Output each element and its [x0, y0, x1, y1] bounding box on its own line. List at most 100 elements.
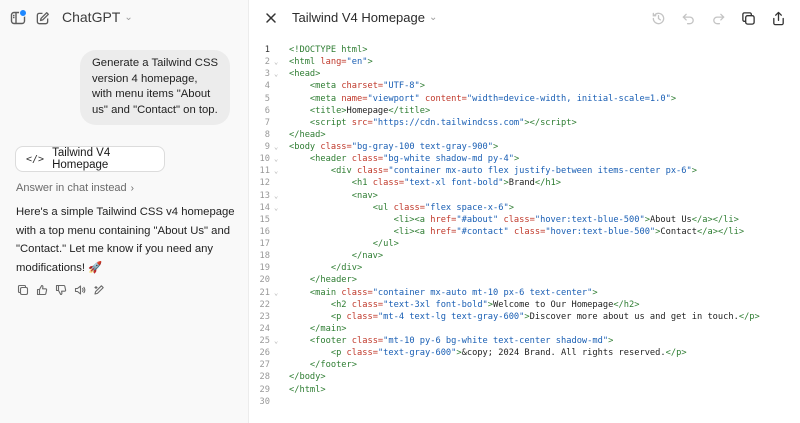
read-aloud-button[interactable] — [73, 283, 86, 296]
code-line[interactable]: 28 </body> — [249, 371, 800, 383]
undo-button[interactable] — [678, 8, 698, 28]
code-line[interactable]: 16 <li><a href="#contact" class="hover:t… — [249, 226, 800, 238]
code-line[interactable]: 29 </html> — [249, 384, 800, 396]
copy-button[interactable] — [16, 283, 29, 296]
chevron-right-icon: › — [130, 182, 135, 194]
code-line[interactable]: 19 </div> — [249, 262, 800, 274]
line-number: 4 — [264, 81, 270, 92]
canvas-title-selector[interactable]: Tailwind V4 Homepage ⌄ — [292, 10, 437, 25]
sidebar-toggle-button[interactable] — [8, 8, 28, 28]
line-number: 18 — [259, 251, 270, 262]
history-icon — [652, 12, 664, 24]
line-number: 8 — [264, 129, 270, 140]
read-aloud-icon — [74, 284, 85, 295]
line-number: 12 — [259, 178, 270, 189]
code-line[interactable]: 11 ⌄ <div class="container mx-auto flex j… — [249, 165, 800, 177]
share-icon — [772, 11, 784, 25]
code-line[interactable]: 15 <li><a href="#about" class="hover:tex… — [249, 214, 800, 226]
code-line[interactable]: 30 — [249, 396, 800, 408]
fold-toggle-icon[interactable]: ⌄ — [274, 165, 278, 177]
fold-toggle-icon[interactable]: ⌄ — [274, 68, 278, 80]
line-number: 15 — [259, 214, 270, 225]
good-response-button[interactable] — [35, 283, 48, 296]
code-text: </html> — [289, 384, 326, 395]
line-number: 27 — [259, 360, 270, 371]
code-line[interactable]: 22 <h2 class="text-3xl font-bold">Welcom… — [249, 299, 800, 311]
version-history-button[interactable] — [648, 8, 668, 28]
line-number: 22 — [259, 299, 270, 310]
bad-response-button[interactable] — [54, 283, 67, 296]
code-line[interactable]: 5 <meta name="viewport" content="width=d… — [249, 93, 800, 105]
line-number: 28 — [259, 372, 270, 383]
copy-code-button[interactable] — [738, 8, 758, 28]
code-line[interactable]: 25 ⌄ <footer class="mt-10 py-6 bg-white t… — [249, 335, 800, 347]
fold-toggle-icon[interactable]: ⌄ — [274, 141, 278, 153]
canvas-pane: Tailwind V4 Homepage ⌄ 1 <!DOCTYPE html>… — [249, 0, 800, 423]
code-line[interactable]: 21 ⌄ <main class="container mx-auto mt-10… — [249, 287, 800, 299]
code-line[interactable]: 26 <p class="text-gray-600">&copy; 2024 … — [249, 347, 800, 359]
model-selector[interactable]: ChatGPT ⌄ — [62, 9, 133, 25]
code-line[interactable]: 23 <p class="mt-4 text-lg text-gray-600"… — [249, 311, 800, 323]
close-canvas-button[interactable] — [261, 8, 281, 28]
notification-dot — [19, 9, 27, 17]
code-line[interactable]: 13 ⌄ <nav> — [249, 190, 800, 202]
code-text: <p class="mt-4 text-lg text-gray-600">Di… — [330, 311, 760, 322]
canvas-open-button[interactable]: </> Tailwind V4 Homepage — [15, 146, 165, 172]
fold-toggle-icon[interactable]: ⌄ — [274, 335, 278, 347]
code-line[interactable]: 17 </ul> — [249, 238, 800, 250]
share-button[interactable] — [768, 8, 788, 28]
line-number: 7 — [264, 117, 270, 128]
canvas-header: Tailwind V4 Homepage ⌄ — [249, 0, 800, 36]
fold-toggle-icon[interactable]: ⌄ — [274, 153, 278, 165]
chevron-down-icon: ⌄ — [428, 12, 438, 23]
chat-header: ChatGPT ⌄ — [0, 0, 248, 36]
copy-icon — [17, 284, 28, 295]
code-text: </head> — [289, 129, 326, 140]
line-number: 3 — [264, 69, 270, 80]
line-number: 16 — [259, 226, 270, 237]
code-text: <h1 class="text-xl font-bold">Brand</h1> — [351, 178, 562, 189]
message-actions — [16, 283, 105, 296]
code-text: </ul> — [372, 239, 399, 249]
code-line[interactable]: 14 ⌄ <ul class="flex space-x-6"> — [249, 202, 800, 214]
code-line[interactable]: 12 <h1 class="text-xl font-bold">Brand</… — [249, 177, 800, 189]
fold-toggle-icon[interactable]: ⌄ — [274, 190, 278, 202]
line-number: 5 — [264, 93, 270, 104]
fold-toggle-icon[interactable]: ⌄ — [274, 56, 278, 68]
code-text: <div class="container mx-auto flex justi… — [330, 166, 697, 177]
line-number: 13 — [259, 190, 270, 201]
thumbs-up-icon — [36, 284, 47, 295]
code-line[interactable]: 1 <!DOCTYPE html> — [249, 44, 800, 56]
line-number: 2 — [264, 57, 270, 68]
code-text: <script src="https://cdn.tailwindcss.com… — [309, 117, 577, 128]
fold-toggle-icon[interactable]: ⌄ — [274, 202, 278, 214]
fold-toggle-icon[interactable]: ⌄ — [274, 287, 278, 299]
code-line[interactable]: 20 </header> — [249, 274, 800, 286]
edit-in-canvas-button[interactable] — [92, 283, 105, 296]
answer-in-chat-label: Answer in chat instead — [16, 182, 127, 194]
line-number: 1 — [264, 45, 270, 55]
code-line[interactable]: 4 <meta charset="UTF-8"> — [249, 80, 800, 92]
code-line[interactable]: 6 <title>Homepage</title> — [249, 105, 800, 117]
line-number: 29 — [259, 384, 270, 395]
line-number: 11 — [259, 166, 270, 177]
code-line[interactable]: 3 ⌄ <head> — [249, 68, 800, 80]
code-line[interactable]: 10 ⌄ <header class="bg-white shadow-md py… — [249, 153, 800, 165]
line-number: 17 — [259, 239, 270, 249]
code-line[interactable]: 9 ⌄ <body class="bg-gray-100 text-gray-900… — [249, 141, 800, 153]
code-line[interactable]: 2 ⌄ <html lang="en"> — [249, 56, 800, 68]
code-line[interactable]: 27 </footer> — [249, 359, 800, 371]
code-text: <h2 class="text-3xl font-bold">Welcome t… — [330, 299, 640, 310]
code-text: <body class="bg-gray-100 text-gray-900"> — [289, 142, 499, 152]
answer-in-chat-link[interactable]: Answer in chat instead › — [16, 182, 134, 194]
code-text: <!DOCTYPE html> — [289, 45, 368, 55]
code-editor[interactable]: 1 <!DOCTYPE html> 2 ⌄ <html lang="en"> 3 ⌄ <hea… — [249, 44, 800, 423]
code-line[interactable]: 18 </nav> — [249, 250, 800, 262]
line-number: 25 — [259, 336, 270, 346]
code-line[interactable]: 8 </head> — [249, 129, 800, 141]
new-chat-button[interactable] — [32, 8, 52, 28]
code-text: </footer> — [309, 360, 357, 371]
code-line[interactable]: 7 <script src="https://cdn.tailwindcss.c… — [249, 117, 800, 129]
redo-button[interactable] — [708, 8, 728, 28]
code-line[interactable]: 24 </main> — [249, 323, 800, 335]
